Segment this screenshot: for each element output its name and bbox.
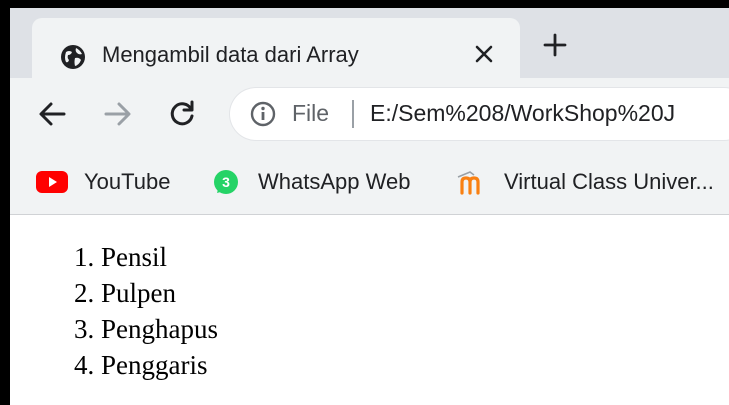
url-text[interactable]: E:/Sem%208/WorkShop%20J — [370, 100, 675, 127]
address-bar[interactable]: File E:/Sem%208/WorkShop%20J — [230, 88, 729, 140]
close-icon — [475, 45, 493, 63]
list-text: Pensil — [101, 242, 168, 272]
bookmark-label: Virtual Class Univer... — [504, 169, 714, 194]
bookmark-label: YouTube — [84, 169, 171, 194]
list-number: 4. — [74, 350, 95, 380]
list-item: 1. Pensil — [74, 239, 218, 275]
tab-title: Mengambil data dari Array — [102, 42, 359, 67]
new-tab-button[interactable] — [538, 28, 572, 62]
back-button[interactable] — [32, 94, 72, 134]
tab-strip-left — [10, 8, 32, 78]
tab-active[interactable]: Mengambil data dari Array — [32, 18, 520, 78]
bookmark-label: WhatsApp Web — [258, 169, 411, 194]
whatsapp-icon: 3 — [210, 169, 242, 195]
bookmark-whatsapp[interactable]: 3 WhatsApp Web — [210, 150, 410, 214]
reload-icon — [170, 100, 194, 126]
back-arrow-icon — [39, 102, 66, 126]
plus-icon — [543, 33, 567, 57]
list-item: 4. Penggaris — [74, 347, 218, 383]
info-icon[interactable] — [250, 101, 276, 127]
list-text: Penghapus — [101, 314, 218, 344]
youtube-icon — [36, 169, 68, 195]
list-number: 2. — [74, 278, 95, 308]
item-list: 1. Pensil 2. Pulpen 3. Penghapus 4. Peng… — [74, 239, 218, 383]
list-item: 3. Penghapus — [74, 311, 218, 347]
forward-button[interactable] — [98, 94, 138, 134]
list-item: 2. Pulpen — [74, 275, 218, 311]
list-text: Penggaris — [101, 350, 208, 380]
moodle-icon — [456, 169, 488, 195]
list-number: 3. — [74, 314, 95, 344]
browser-window: Mengambil data dari Array File E:/Sem%20… — [0, 0, 729, 405]
address-separator — [352, 100, 354, 128]
tab-strip: Mengambil data dari Array — [10, 8, 729, 78]
scheme-label: File — [292, 100, 330, 126]
globe-icon — [61, 45, 85, 69]
list-number: 1. — [74, 242, 95, 272]
tab-close-button[interactable] — [466, 36, 502, 72]
toolbar: File E:/Sem%208/WorkShop%20J — [10, 78, 729, 150]
bookmark-youtube[interactable]: YouTube — [36, 150, 170, 214]
svg-text:3: 3 — [222, 174, 230, 190]
list-text: Pulpen — [101, 278, 177, 308]
page-content: 1. Pensil 2. Pulpen 3. Penghapus 4. Peng… — [10, 215, 729, 405]
bookmarks-bar: YouTube 3 WhatsApp Web Virtual Class Uni… — [10, 150, 729, 215]
forward-arrow-icon — [104, 102, 131, 126]
bookmark-virtual-class[interactable]: Virtual Class Univer... — [456, 150, 714, 214]
reload-button[interactable] — [162, 94, 202, 134]
